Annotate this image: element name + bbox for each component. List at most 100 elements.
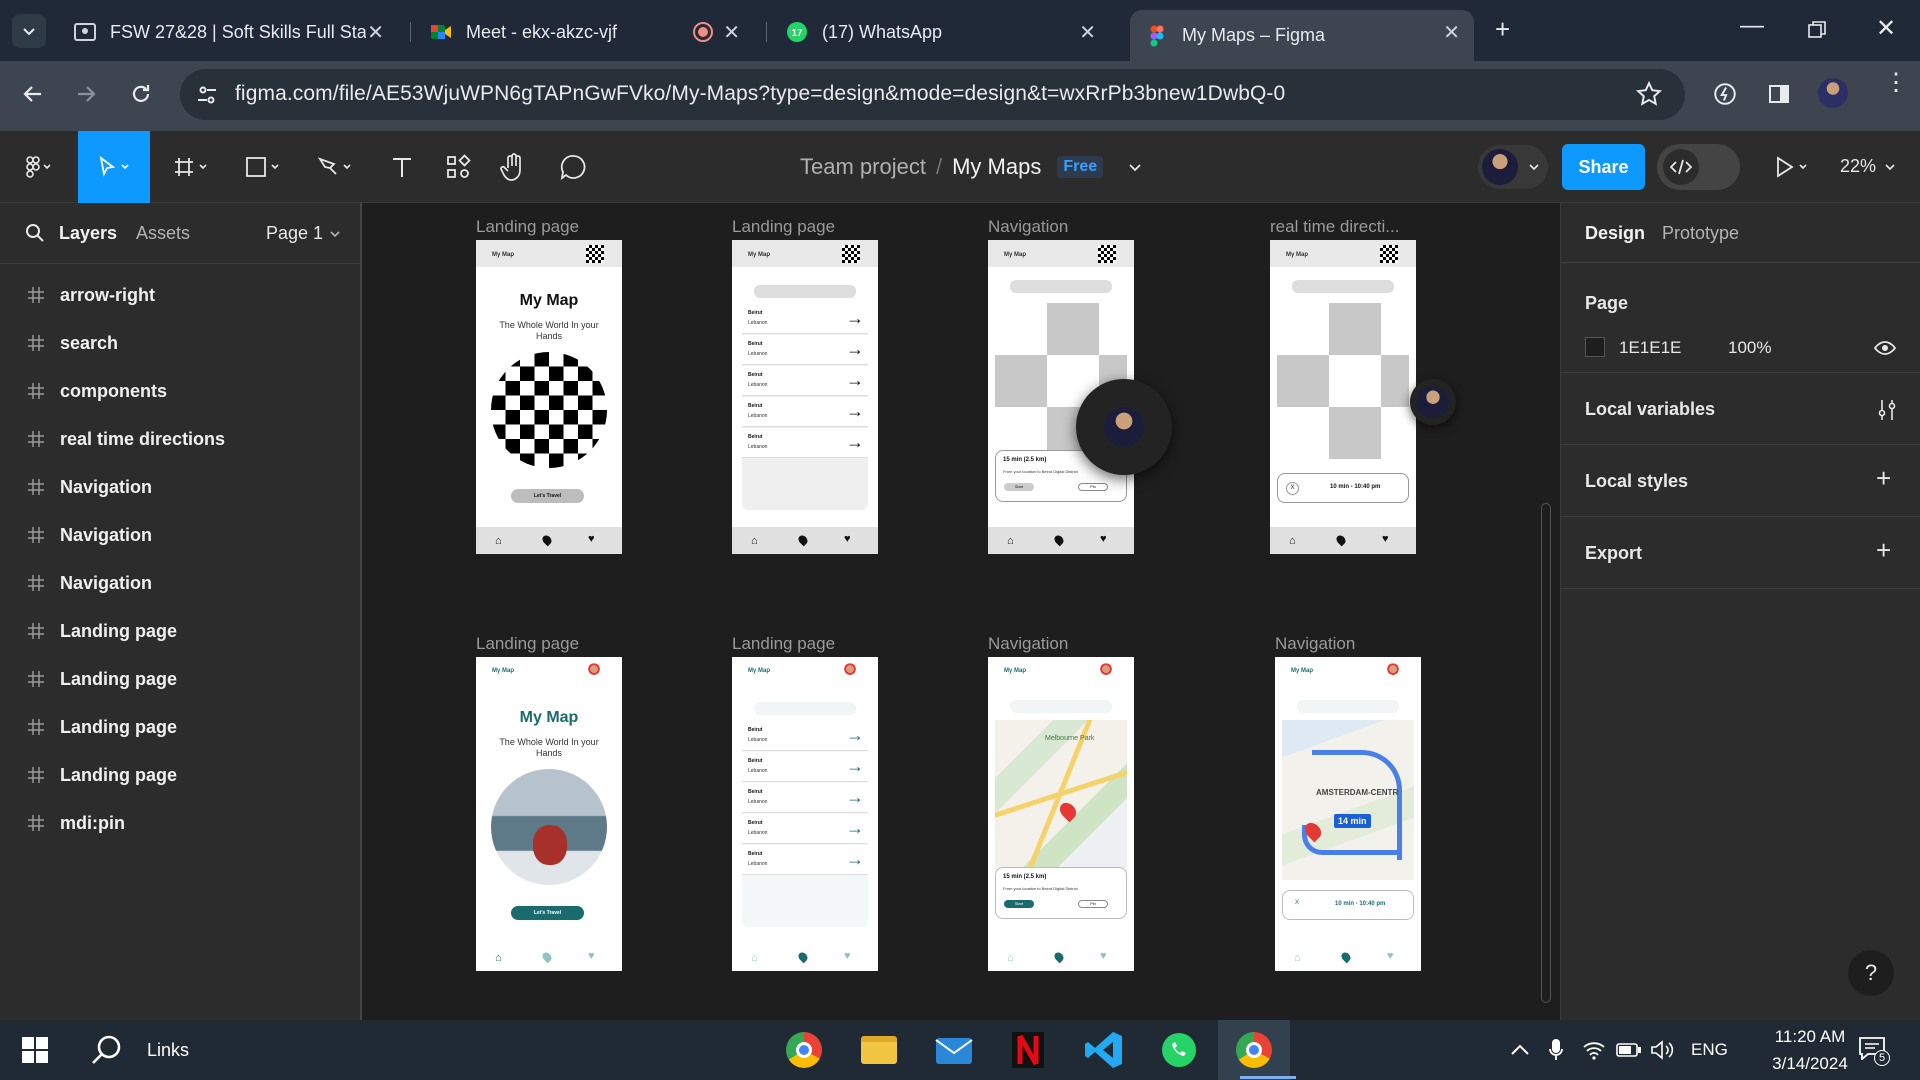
collaborator-cursor-avatar[interactable] bbox=[1410, 379, 1456, 425]
dev-mode-toggle[interactable] bbox=[1657, 144, 1740, 190]
frame-label[interactable]: real time directi... bbox=[1270, 217, 1399, 237]
plan-badge[interactable]: Free bbox=[1057, 156, 1104, 178]
new-tab-button[interactable]: + bbox=[1495, 14, 1510, 45]
tab-design[interactable]: Design bbox=[1585, 223, 1645, 244]
export-section[interactable]: Export + bbox=[1561, 517, 1920, 589]
whatsapp-taskbar-icon[interactable] bbox=[1157, 1028, 1201, 1072]
collaborator-cursor-avatar[interactable] bbox=[1076, 379, 1172, 475]
frame-list[interactable]: My Map Beirut Lebanon → Beirut Lebanon → Beiru… bbox=[732, 657, 878, 971]
mail-taskbar-icon[interactable] bbox=[932, 1028, 976, 1072]
local-styles-section[interactable]: Local styles + bbox=[1561, 445, 1920, 517]
browser-tab-meet[interactable]: Meet - ekx-akzc-vjf ✕ bbox=[414, 10, 754, 54]
share-button[interactable]: Share bbox=[1562, 144, 1645, 190]
close-icon[interactable]: ✕ bbox=[367, 20, 384, 45]
multiplayer-avatar-button[interactable] bbox=[1478, 145, 1548, 189]
layer-item[interactable]: Navigation bbox=[0, 511, 360, 559]
page-opacity-value[interactable]: 100% bbox=[1728, 338, 1771, 358]
frame-landing-page-wire[interactable]: My Map My Map The Whole World In your Ha… bbox=[476, 240, 622, 554]
eye-icon[interactable] bbox=[1874, 340, 1896, 356]
layer-item[interactable]: search bbox=[0, 319, 360, 367]
window-minimize-button[interactable]: — bbox=[1740, 12, 1764, 40]
forward-icon[interactable] bbox=[74, 82, 98, 106]
chevron-down-icon[interactable] bbox=[1127, 159, 1143, 175]
notification-center-button[interactable]: 5 bbox=[1858, 1036, 1890, 1066]
clock-date[interactable]: 3/14/2024 bbox=[1750, 1054, 1870, 1074]
present-play-icon[interactable] bbox=[1774, 155, 1814, 179]
browser-tab-whatsapp[interactable]: 17 (17) WhatsApp ✕ bbox=[770, 10, 1110, 54]
input-language[interactable]: ENG bbox=[1691, 1040, 1728, 1060]
add-icon[interactable]: + bbox=[1876, 535, 1891, 566]
side-panel-icon[interactable] bbox=[1767, 82, 1791, 106]
resources-tool[interactable] bbox=[436, 131, 480, 203]
file-name[interactable]: My Maps bbox=[952, 154, 1041, 180]
netflix-taskbar-icon[interactable] bbox=[1006, 1028, 1050, 1072]
back-icon[interactable] bbox=[21, 82, 45, 106]
chrome-profile-taskbar-icon[interactable] bbox=[1232, 1028, 1276, 1072]
browser-tab-classroom[interactable]: FSW 27&28 | Soft Skills Full Sta ✕ bbox=[58, 10, 398, 54]
pen-tool[interactable] bbox=[308, 131, 364, 203]
profile-avatar[interactable] bbox=[1818, 78, 1848, 108]
frame-tool[interactable] bbox=[164, 131, 220, 203]
move-tool[interactable] bbox=[78, 131, 150, 203]
frame-label[interactable]: Landing page bbox=[732, 634, 835, 654]
close-icon[interactable]: ✕ bbox=[723, 20, 740, 45]
frame-list-wire[interactable]: My Map Beirut Lebanon → Beirut Lebanon → Beiru… bbox=[732, 240, 878, 554]
frame-realtime-map[interactable]: My Map AMSTERDAM-CENTR 14 min X 10 min -… bbox=[1275, 657, 1421, 971]
close-icon[interactable]: ✕ bbox=[1443, 20, 1460, 45]
layer-item[interactable]: Navigation bbox=[0, 559, 360, 607]
help-button[interactable]: ? bbox=[1848, 950, 1894, 996]
taskbar-search-label[interactable]: Links bbox=[147, 1040, 189, 1061]
chrome-taskbar-icon[interactable] bbox=[782, 1028, 826, 1072]
hand-tool[interactable] bbox=[492, 131, 536, 203]
browser-menu-icon[interactable]: ⋮ bbox=[1884, 71, 1908, 95]
page-color-swatch[interactable] bbox=[1585, 337, 1605, 357]
page-selector[interactable]: Page 1 bbox=[266, 223, 341, 244]
bookmark-star-icon[interactable] bbox=[1636, 81, 1662, 107]
comment-tool[interactable] bbox=[552, 131, 596, 203]
layer-item[interactable]: Landing page bbox=[0, 751, 360, 799]
search-icon[interactable] bbox=[90, 1033, 124, 1067]
url-text[interactable]: figma.com/file/AE53WjuWPN6gTAPnGwFVko/My… bbox=[235, 82, 1285, 106]
tab-search-button[interactable] bbox=[12, 14, 46, 48]
frame-label[interactable]: Landing page bbox=[476, 634, 579, 654]
layer-item[interactable]: real time directions bbox=[0, 415, 360, 463]
volume-icon[interactable] bbox=[1650, 1040, 1674, 1060]
window-restore-icon[interactable] bbox=[1808, 21, 1826, 39]
frame-label[interactable]: Navigation bbox=[988, 217, 1068, 237]
tab-layers[interactable]: Layers bbox=[59, 223, 117, 244]
local-variables-section[interactable]: Local variables bbox=[1561, 373, 1920, 445]
frame-realtime-wire[interactable]: My Map X 10 min - 10:40 pm ⌂ ♥ bbox=[1270, 240, 1416, 554]
page-color-value[interactable]: 1E1E1E bbox=[1619, 338, 1681, 358]
main-menu-button[interactable] bbox=[14, 131, 64, 203]
frame-landing-page[interactable]: My Map My Map The Whole World In your Ha… bbox=[476, 657, 622, 971]
shape-tool[interactable] bbox=[236, 131, 292, 203]
tab-prototype[interactable]: Prototype bbox=[1662, 223, 1739, 244]
layer-item[interactable]: arrow-right bbox=[0, 271, 360, 319]
browser-tab-figma[interactable]: My Maps – Figma ✕ bbox=[1130, 10, 1474, 61]
add-icon[interactable]: + bbox=[1876, 463, 1891, 494]
frame-label[interactable]: Navigation bbox=[988, 634, 1068, 654]
design-canvas[interactable]: Landing page Landing page Navigation rea… bbox=[362, 203, 1560, 1020]
extension-icon[interactable] bbox=[1712, 81, 1738, 107]
frame-navigation-map[interactable]: My Map Melbourne Park 15 min (2.5 km) Fr… bbox=[988, 657, 1134, 971]
canvas-scrollbar[interactable] bbox=[1541, 503, 1551, 1003]
clock-time[interactable]: 11:20 AM bbox=[1750, 1027, 1870, 1047]
search-icon[interactable] bbox=[25, 223, 45, 243]
battery-icon[interactable] bbox=[1616, 1041, 1642, 1059]
layer-item[interactable]: Landing page bbox=[0, 655, 360, 703]
layer-item[interactable]: Navigation bbox=[0, 463, 360, 511]
close-icon[interactable]: ✕ bbox=[1079, 20, 1096, 45]
wifi-icon[interactable] bbox=[1582, 1040, 1606, 1060]
layer-item[interactable]: mdi:pin bbox=[0, 799, 360, 847]
frame-label[interactable]: Navigation bbox=[1275, 634, 1355, 654]
tab-assets[interactable]: Assets bbox=[136, 223, 190, 244]
reload-icon[interactable] bbox=[129, 82, 153, 106]
text-tool[interactable] bbox=[380, 131, 424, 203]
windows-start-icon[interactable] bbox=[22, 1037, 48, 1063]
frame-label[interactable]: Landing page bbox=[732, 217, 835, 237]
layer-item[interactable]: components bbox=[0, 367, 360, 415]
breadcrumb-team[interactable]: Team project bbox=[800, 154, 926, 180]
window-close-button[interactable]: ✕ bbox=[1876, 14, 1896, 43]
vscode-taskbar-icon[interactable] bbox=[1082, 1028, 1126, 1072]
layer-item[interactable]: Landing page bbox=[0, 703, 360, 751]
